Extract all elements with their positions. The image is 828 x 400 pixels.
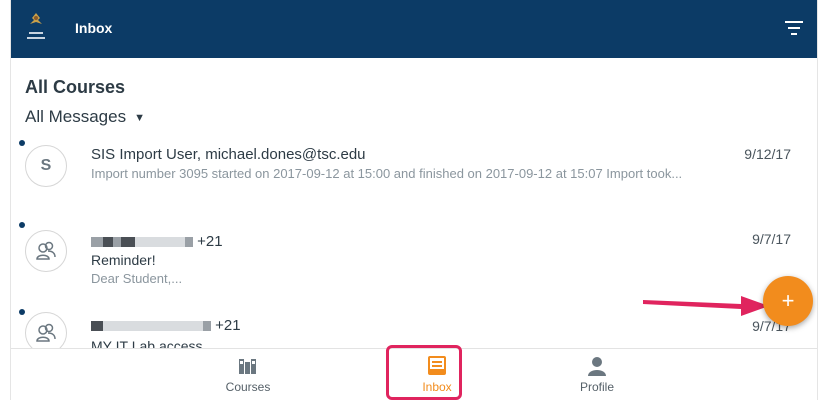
nav-item-profile[interactable]: Profile (547, 349, 647, 400)
course-title: All Courses (25, 77, 126, 97)
redacted-name (91, 321, 103, 332)
message-row[interactable]: +21 Reminder! Dear Student,... 9/7/17 (11, 218, 817, 298)
app-window: Inbox All Courses All Messages ▼ S SIS I… (10, 0, 818, 400)
chevron-down-icon: ▼ (134, 112, 145, 124)
message-subject: Reminder! (91, 252, 156, 268)
redacted-name (135, 237, 185, 248)
message-date: 9/7/17 (752, 231, 791, 247)
nav-label-courses: Courses (225, 380, 271, 394)
nav-label-inbox: Inbox (422, 380, 452, 394)
unread-indicator (19, 222, 25, 228)
redacted-name (185, 237, 193, 248)
message-preview: Import number 3095 started on 2017-09-12… (91, 166, 683, 181)
group-icon (36, 323, 56, 342)
avatar (25, 230, 67, 272)
message-participants: +21 (91, 317, 241, 334)
avatar: S (25, 145, 67, 187)
annotation-arrow (643, 296, 769, 316)
nav-item-inbox[interactable]: Inbox (387, 349, 487, 400)
courses-icon (239, 359, 256, 374)
message-filter-label: All Messages (25, 107, 127, 126)
redacted-name (103, 321, 203, 332)
participant-count: +21 (197, 233, 223, 250)
participant-count: +21 (215, 317, 241, 334)
filter-icon[interactable] (785, 20, 803, 36)
message-participants: +21 (91, 233, 223, 250)
unread-indicator (19, 140, 25, 146)
school-logo-icon[interactable] (23, 10, 49, 44)
compose-message-button[interactable]: + (763, 276, 813, 326)
message-row[interactable]: S SIS Import User, michael.dones@tsc.edu… (11, 138, 817, 218)
message-participants: SIS Import User, michael.dones@tsc.edu (91, 146, 366, 163)
avatar (25, 312, 67, 348)
redacted-name (91, 237, 103, 248)
profile-icon (588, 357, 606, 376)
message-preview: Dear Student,... (91, 271, 183, 286)
nav-label-profile: Profile (579, 380, 614, 394)
bottom-navigation: Courses Inbox Profile (11, 348, 817, 400)
group-icon (36, 241, 56, 260)
top-app-bar: Inbox (11, 0, 817, 58)
message-date: 9/12/17 (744, 146, 791, 162)
message-filter-dropdown[interactable]: All Messages ▼ (25, 107, 145, 127)
redacted-name (103, 237, 113, 248)
redacted-name (121, 237, 135, 248)
app-title: Inbox (75, 20, 113, 36)
message-subject: MY IT Lab access (91, 338, 203, 348)
redacted-name (113, 237, 121, 248)
unread-indicator (19, 309, 25, 315)
inbox-icon (428, 356, 446, 375)
nav-item-courses[interactable]: Courses (198, 349, 298, 400)
redacted-name (203, 321, 211, 332)
